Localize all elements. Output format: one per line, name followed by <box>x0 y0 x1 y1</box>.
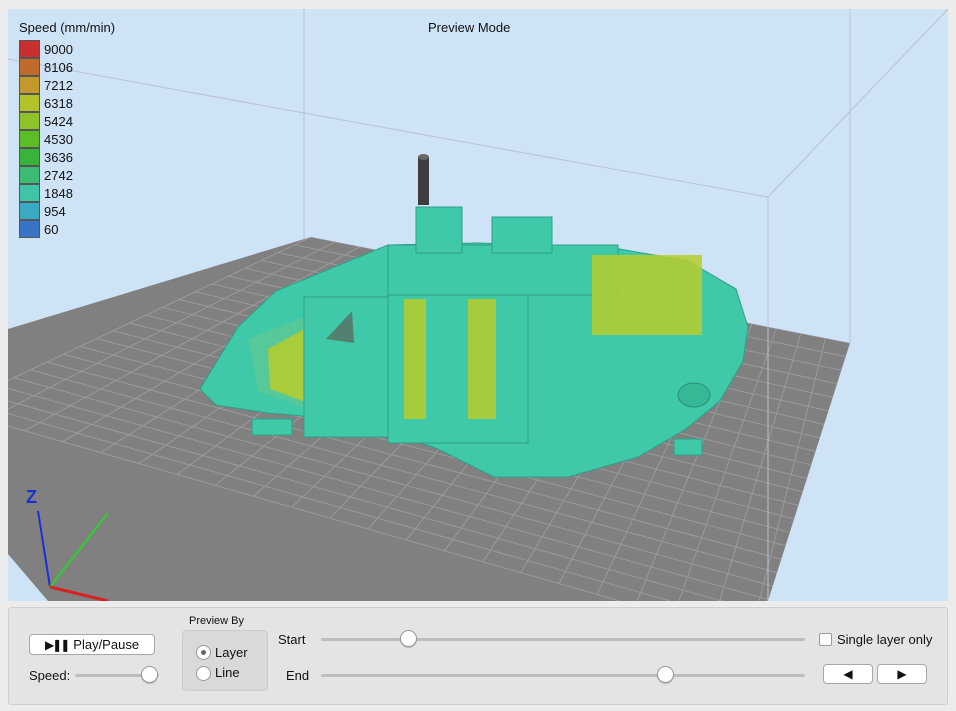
end-slider-track[interactable] <box>321 674 805 677</box>
infill-pattern <box>592 255 702 335</box>
infill-pattern <box>404 299 426 419</box>
legend-swatch <box>19 166 40 184</box>
scene-canvas: Z <box>8 9 948 601</box>
legend-label: 7212 <box>44 77 73 93</box>
legend-swatch <box>19 130 40 148</box>
right-arrow-icon: ▶ <box>897 667 907 681</box>
legend-swatch <box>19 148 40 166</box>
preview-by-title: Preview By <box>189 615 245 627</box>
line-radio-label[interactable]: Line <box>215 665 240 680</box>
legend-item: 1848 <box>19 184 73 202</box>
end-label: End <box>286 668 310 683</box>
legend-label: 6318 <box>44 95 73 111</box>
speed-label: Speed: <box>29 668 71 683</box>
legend-title: Speed (mm/min) <box>19 20 116 35</box>
speed-legend: 9000 8106 7212 6318 5424 4530 3636 2742 1848 954 6… <box>19 40 73 238</box>
legend-swatch <box>19 202 40 220</box>
legend-item: 4530 <box>19 130 73 148</box>
legend-item: 954 <box>19 202 73 220</box>
preview-by-group: Layer Line <box>182 630 268 691</box>
start-slider-track[interactable] <box>321 638 805 641</box>
left-arrow-icon: ◀ <box>843 667 853 681</box>
previous-layer-button[interactable]: ◀ <box>823 664 873 684</box>
legend-label: 3636 <box>44 149 73 165</box>
start-slider-knob[interactable] <box>400 630 418 647</box>
legend-swatch <box>19 76 40 94</box>
legend-swatch <box>19 220 40 238</box>
legend-item: 7212 <box>19 76 73 94</box>
legend-label: 8106 <box>44 59 73 75</box>
porthole <box>677 382 711 408</box>
infill-pattern <box>468 299 496 419</box>
legend-swatch <box>19 184 40 202</box>
legend-item: 9000 <box>19 40 73 58</box>
keel-block <box>673 438 703 456</box>
z-axis-label: Z <box>26 487 37 507</box>
legend-label: 954 <box>44 203 66 219</box>
preview-mode-title: Preview Mode <box>428 20 511 35</box>
single-layer-checkbox[interactable] <box>819 633 832 646</box>
bridge-block <box>415 206 463 254</box>
layer-radio[interactable] <box>196 645 211 660</box>
legend-label: 9000 <box>44 41 73 57</box>
end-slider-knob[interactable] <box>656 666 674 683</box>
build-volume-back <box>8 9 948 239</box>
next-layer-button[interactable]: ▶ <box>877 664 927 684</box>
legend-item: 8106 <box>19 58 73 76</box>
legend-swatch <box>19 94 40 112</box>
legend-label: 4530 <box>44 131 73 147</box>
play-pause-button[interactable]: ▶❚❚ Play/Pause <box>29 634 155 655</box>
legend-label: 2742 <box>44 167 73 183</box>
legend-swatch <box>19 40 40 58</box>
chimney-top <box>418 154 429 160</box>
legend-swatch <box>19 112 40 130</box>
legend-swatch <box>19 58 40 76</box>
legend-label: 5424 <box>44 113 73 129</box>
legend-item: 2742 <box>19 166 73 184</box>
start-label: Start <box>278 632 306 647</box>
legend-item: 60 <box>19 220 73 238</box>
legend-item: 6318 <box>19 94 73 112</box>
boat-model[interactable] <box>199 154 749 478</box>
legend-label: 60 <box>44 221 59 237</box>
legend-label: 1848 <box>44 185 73 201</box>
wheelhouse-block <box>491 216 553 254</box>
play-pause-label: Play/Pause <box>73 637 140 652</box>
line-radio[interactable] <box>196 666 211 681</box>
legend-item: 5424 <box>19 112 73 130</box>
play-pause-icon: ▶❚❚ <box>44 637 70 652</box>
preview-control-panel: ▶❚❚ Play/Pause Speed: Preview By Layer L… <box>8 607 948 705</box>
stern-block <box>251 418 293 436</box>
layer-radio-label[interactable]: Layer <box>215 645 248 660</box>
single-layer-label[interactable]: Single layer only <box>837 632 932 647</box>
speed-slider-knob[interactable] <box>140 666 158 683</box>
3d-viewport[interactable]: Z Speed (mm/min) 9000 8106 7212 6318 5424 453… <box>8 9 948 601</box>
legend-item: 3636 <box>19 148 73 166</box>
chimney <box>418 157 429 205</box>
